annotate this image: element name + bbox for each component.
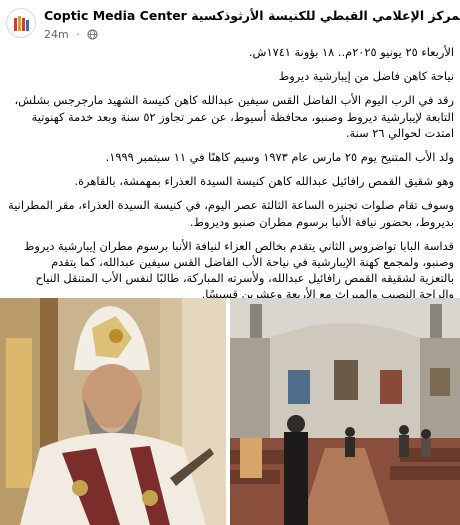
post-paragraph: رقد في الرب اليوم الأب الفاضل القس سيفين… (8, 92, 455, 141)
text-line: بالتعزية لشقيقه القمص رافائيل عبدالله، و… (35, 271, 454, 286)
text-line: نياحة كاهن فاضل من إيبارشية ديروط (278, 69, 454, 84)
post-paragraph: وهو شقيق القمص رافائيل عبدالله كاهن كنيس… (8, 173, 454, 189)
text-line: امتدت لحوالي ٢٦ سنة. (345, 125, 454, 140)
post-heading: نياحة كاهن فاضل من إيبارشية ديروط (8, 68, 454, 84)
post-media (0, 298, 460, 525)
priest-portrait-photo[interactable] (0, 298, 226, 525)
church-interior-photo[interactable] (230, 298, 460, 525)
text-line: ولد الأب المتنيح يوم ٢٥ مارس عام ١٩٧٣ وس… (105, 150, 454, 165)
page-avatar[interactable] (6, 8, 36, 38)
post-date-line: الأربعاء ٢٥ يونيو ٢٠٢٥م.. ١٨ بؤونة ١٧٤١ش… (8, 44, 454, 60)
text-line: قداسة البابا تواضروس الثاني يتقدم بخالص … (23, 238, 454, 253)
post-body: الأربعاء ٢٥ يونيو ٢٠٢٥م.. ١٨ بؤونة ١٧٤١ش… (8, 44, 454, 303)
post-paragraph: ولد الأب المتنيح يوم ٢٥ مارس عام ١٩٧٣ وس… (8, 149, 454, 165)
post-meta: 24m · (44, 27, 98, 41)
text-line: وصنبو، ولمجمع كهنة الإيبارشية في نياحة ا… (51, 255, 454, 270)
text-line: وسوف تقام صلوات تجنيزه الساعة الثالثة عص… (8, 198, 454, 213)
post-header: Coptic Media Center المركز الإعلامي القب… (0, 0, 460, 48)
meta-separator: · (76, 27, 80, 41)
globe-icon (87, 28, 98, 40)
text-line: رقد في الرب اليوم الأب الفاضل القس سيفين… (14, 93, 455, 108)
coptic-media-logo-icon (8, 10, 35, 37)
text-line: التابعة لإيبارشية ديروط وصنبو، محافظة أس… (31, 109, 454, 124)
text-line: بديروط، بحضور نيافة الأنبا برسوم مطران ص… (189, 214, 454, 229)
text-line: الأربعاء ٢٥ يونيو ٢٠٢٥م.. ١٨ بؤونة ١٧٤١ش… (248, 45, 454, 59)
post-paragraph: قداسة البابا تواضروس الثاني يتقدم بخالص … (8, 238, 454, 303)
post-paragraph: وسوف تقام صلوات تجنيزه الساعة الثالثة عص… (8, 197, 454, 229)
page-name[interactable]: Coptic Media Center المركز الإعلامي القب… (44, 8, 460, 23)
post-time[interactable]: 24m (44, 28, 69, 41)
text-line: وهو شقيق القمص رافائيل عبدالله كاهن كنيس… (74, 174, 454, 189)
